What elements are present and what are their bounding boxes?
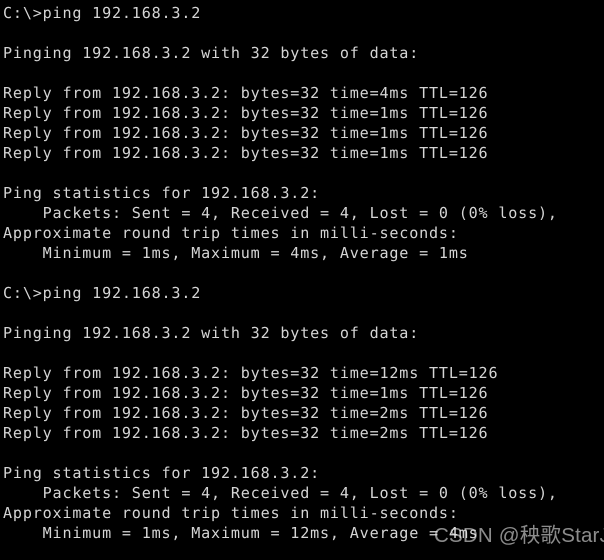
terminal-window[interactable]: C:\>ping 192.168.3.2 Pinging 192.168.3.2… — [0, 0, 604, 560]
console-output: C:\>ping 192.168.3.2 Pinging 192.168.3.2… — [3, 4, 558, 542]
